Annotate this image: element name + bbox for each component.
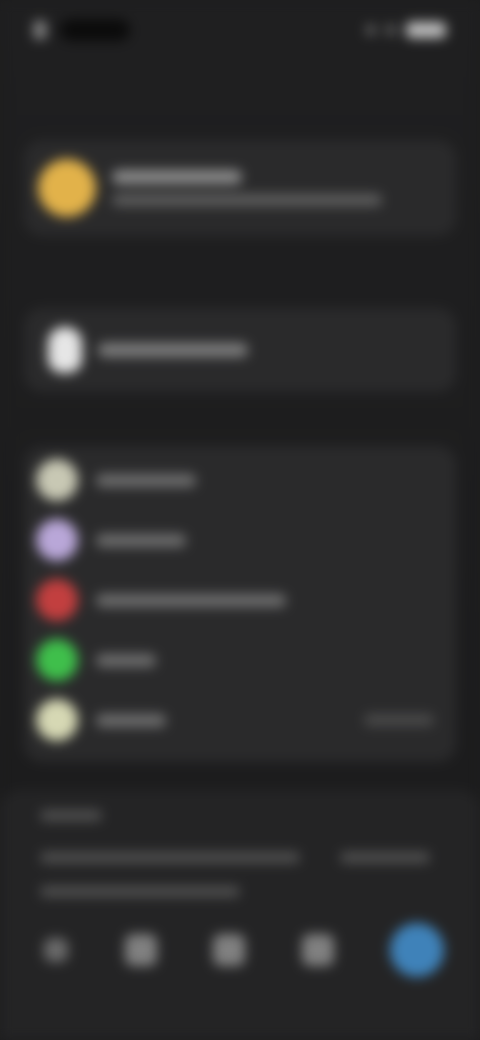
list-item[interactable] — [24, 510, 456, 570]
status-time-pill — [60, 19, 130, 41]
battery-icon — [406, 22, 446, 38]
nav-icon-1[interactable] — [44, 938, 68, 962]
wifi-icon — [386, 25, 396, 35]
list-item-label — [96, 653, 156, 667]
bottom-sheet-line — [40, 886, 240, 897]
status-left — [34, 19, 130, 41]
status-bar — [0, 10, 480, 50]
app-icon — [36, 459, 78, 501]
bottom-sheet — [0, 790, 480, 1040]
nav-icon-4[interactable] — [301, 934, 334, 966]
status-right — [366, 22, 446, 38]
profile-text — [112, 170, 382, 206]
back-icon[interactable] — [34, 21, 46, 39]
list-item[interactable] — [24, 450, 456, 510]
list-item-label — [96, 473, 196, 487]
list-item-value — [364, 714, 434, 726]
app-icon — [36, 699, 78, 741]
fab-icon[interactable] — [390, 923, 444, 977]
settings-item-label — [98, 343, 248, 357]
app-icon — [36, 519, 78, 561]
list-item-label — [96, 713, 166, 727]
phone-screen — [0, 0, 480, 1040]
profile-card[interactable] — [24, 140, 456, 236]
list-item[interactable] — [24, 690, 456, 750]
bottom-nav — [44, 920, 444, 980]
watch-icon — [48, 327, 82, 373]
avatar — [38, 159, 96, 217]
nav-icon-3[interactable] — [213, 934, 245, 966]
nav-icon-2[interactable] — [124, 934, 157, 966]
settings-list — [24, 446, 456, 762]
list-item-label — [96, 533, 186, 547]
list-item[interactable] — [24, 570, 456, 630]
bottom-sheet-line — [340, 852, 430, 863]
profile-subtitle — [112, 194, 382, 206]
bottom-sheet-line — [40, 852, 300, 863]
app-icon — [36, 579, 78, 621]
profile-name — [112, 170, 242, 184]
signal-icon — [366, 25, 376, 35]
settings-item-single[interactable] — [24, 308, 456, 392]
app-icon — [36, 639, 78, 681]
list-item-label — [96, 593, 286, 607]
list-item[interactable] — [24, 630, 456, 690]
bottom-sheet-title — [40, 810, 102, 821]
